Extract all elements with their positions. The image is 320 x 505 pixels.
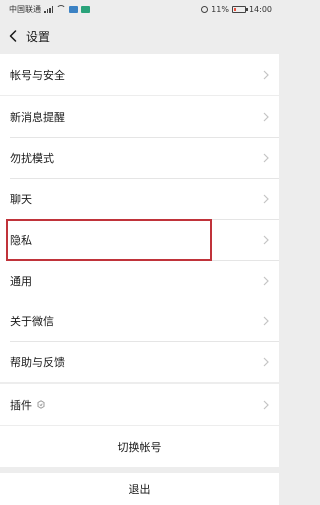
- chevron-left-icon: [9, 30, 17, 42]
- status-bar-left: 中国联通: [9, 4, 90, 15]
- chevron-right-icon: [263, 357, 269, 366]
- switch-account-label: 切换帐号: [117, 440, 162, 454]
- settings-item-label: 关于微信: [10, 314, 54, 328]
- settings-item-label: 帐号与安全: [10, 68, 65, 82]
- chevron-right-icon: [263, 235, 269, 244]
- settings-item-plugins[interactable]: 插件: [0, 384, 279, 425]
- signal-icon: [44, 5, 53, 13]
- settings-item-label: 隐私: [10, 233, 32, 247]
- chevron-right-icon: [263, 153, 269, 162]
- logout-button[interactable]: 退出: [0, 473, 279, 505]
- app-notification-icon: [81, 5, 90, 13]
- settings-item-label: 帮助与反馈: [10, 355, 65, 369]
- logout-label: 退出: [128, 483, 151, 496]
- status-time: 14:00: [248, 4, 272, 14]
- carrier-name: 中国联通: [9, 4, 41, 14]
- settings-item-label: 勿扰模式: [10, 151, 54, 165]
- back-button[interactable]: [2, 18, 24, 54]
- settings-item-new-message-notification[interactable]: 新消息提醒: [0, 96, 279, 137]
- chevron-right-icon: [263, 194, 269, 203]
- notification-icon: [69, 5, 78, 13]
- chevron-right-icon: [263, 70, 269, 79]
- status-bar-right: 11% 14:00: [201, 5, 272, 14]
- wifi-icon: [56, 5, 66, 13]
- settings-item-label-wrap: 插件: [10, 397, 45, 413]
- page-title: 设置: [26, 29, 51, 44]
- chevron-right-icon: [263, 276, 269, 285]
- settings-item-label: 插件: [10, 398, 32, 412]
- settings-item-privacy[interactable]: 隐私: [0, 219, 279, 260]
- alarm-icon: [201, 5, 209, 13]
- battery-icon: [231, 5, 248, 13]
- settings-item-help-feedback[interactable]: 帮助与反馈: [0, 341, 279, 382]
- status-bar: 中国联通 11% 14:00: [0, 0, 279, 18]
- battery-percent: 11%: [211, 4, 229, 14]
- settings-group-about: 关于微信 帮助与反馈: [0, 300, 279, 382]
- settings-group-plugins: 插件: [0, 384, 279, 425]
- settings-item-account-security[interactable]: 帐号与安全: [0, 54, 279, 95]
- plugin-icon: [37, 400, 45, 409]
- settings-item-label: 聊天: [10, 192, 32, 206]
- settings-item-general[interactable]: 通用: [0, 260, 279, 301]
- chevron-right-icon: [263, 400, 269, 409]
- settings-item-label: 通用: [10, 274, 32, 288]
- chevron-right-icon: [263, 112, 269, 121]
- chevron-right-icon: [263, 316, 269, 325]
- settings-group-account: 帐号与安全: [0, 54, 279, 95]
- switch-account-button[interactable]: 切换帐号: [0, 426, 279, 467]
- settings-group-general: 新消息提醒 勿扰模式 聊天 隐私 通用: [0, 96, 279, 301]
- settings-item-do-not-disturb[interactable]: 勿扰模式: [0, 137, 279, 178]
- settings-item-chat[interactable]: 聊天: [0, 178, 279, 219]
- settings-item-about-wechat[interactable]: 关于微信: [0, 300, 279, 341]
- page-header: 设置: [0, 18, 279, 54]
- settings-item-label: 新消息提醒: [10, 110, 65, 124]
